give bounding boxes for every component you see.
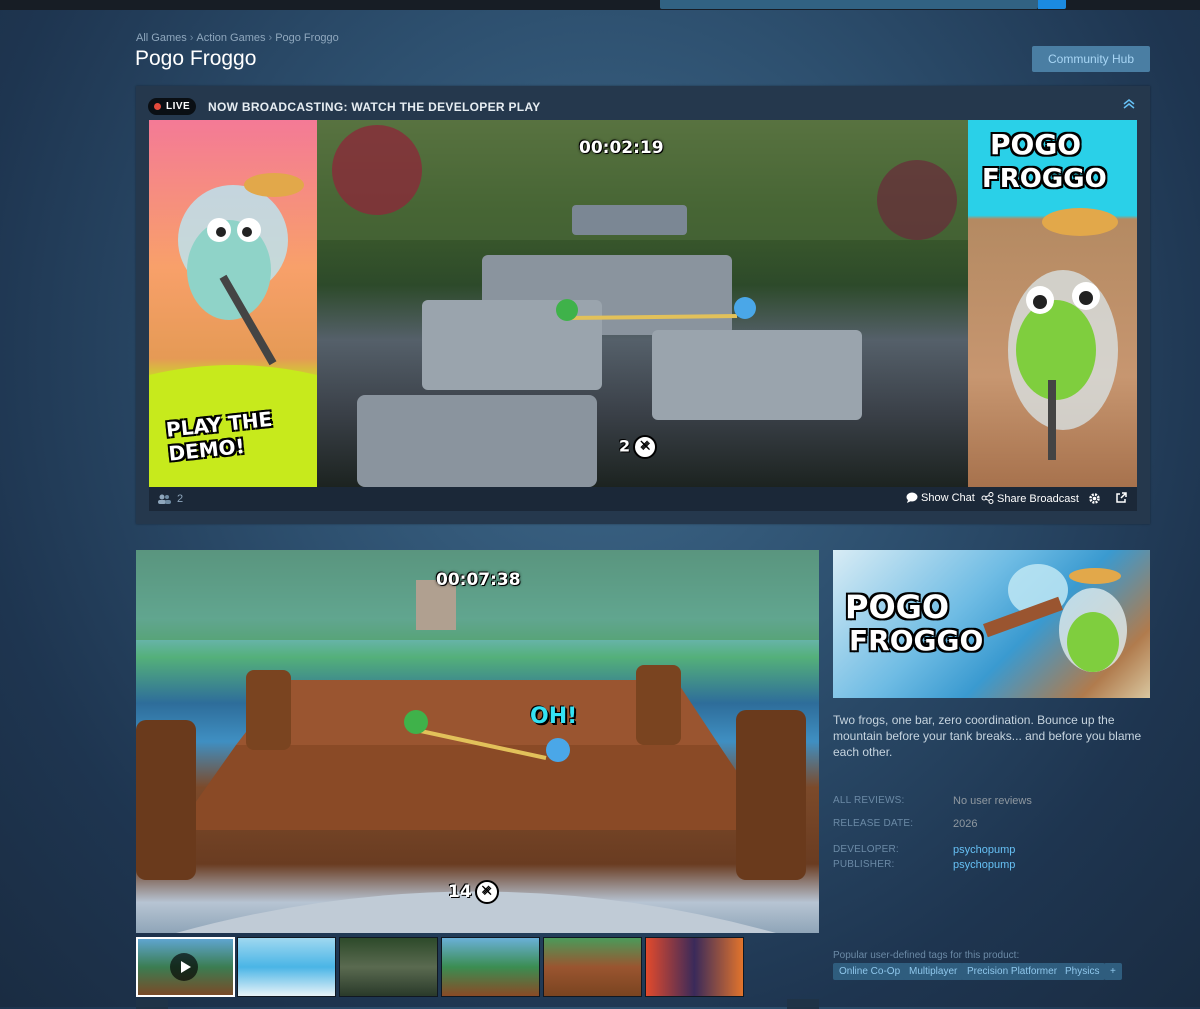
- thumbnail-screenshot[interactable]: [441, 937, 540, 997]
- share-icon: [981, 492, 994, 504]
- search-button[interactable]: [1038, 0, 1066, 9]
- thumbnail-screenshot[interactable]: [543, 937, 642, 997]
- game-description: Two frogs, one bar, zero coordination. B…: [833, 713, 1142, 759]
- capsule-logo-line2: FROGGO: [849, 624, 984, 657]
- global-nav-bar: [0, 0, 1200, 10]
- live-label: LIVE: [166, 101, 191, 112]
- breadcrumb-separator: ›: [268, 32, 273, 44]
- gameplay-scene: [317, 120, 968, 487]
- right-logo-line2: FROGGO: [982, 164, 1107, 194]
- store-search-input[interactable]: [660, 0, 1038, 9]
- popout-icon[interactable]: [1115, 492, 1127, 504]
- broadcast-title: NOW BROADCASTING: WATCH THE DEVELOPER PL…: [208, 100, 541, 114]
- logo-promo-panel[interactable]: POGO FROGGO: [968, 120, 1137, 487]
- viewer-count: 2: [157, 493, 183, 505]
- broadcast-video[interactable]: PLAY THE DEMO! 00:02:19 2 ✕ POGO FROGGO: [149, 120, 1137, 487]
- thumbnail-scroll-right[interactable]: [787, 999, 819, 1009]
- game-capsule-image: POGO FROGGO: [833, 550, 1150, 698]
- tags-label: Popular user-defined tags for this produ…: [833, 950, 1020, 961]
- media-timer: 00:07:38: [436, 570, 521, 590]
- broadcast-controls: 2 Show Chat Share Broadcast: [149, 487, 1137, 511]
- publisher-label: PUBLISHER:: [833, 859, 895, 870]
- live-badge: LIVE: [148, 98, 197, 115]
- tag-more-button[interactable]: +: [1104, 963, 1122, 980]
- demo-promo-panel[interactable]: PLAY THE DEMO!: [149, 120, 317, 487]
- breadcrumb-all-games[interactable]: All Games: [136, 32, 187, 44]
- breadcrumb-action-games[interactable]: Action Games: [196, 32, 265, 44]
- share-broadcast-button[interactable]: Share Broadcast: [981, 492, 1079, 505]
- play-icon: [170, 953, 198, 981]
- gameplay-stream: 00:02:19 2 ✕: [317, 120, 968, 487]
- game-timer: 00:02:19: [579, 138, 664, 158]
- community-hub-button[interactable]: Community Hub: [1032, 46, 1150, 72]
- breadcrumb-current[interactable]: Pogo Froggo: [275, 32, 339, 44]
- game-counter: 2 ✕: [619, 435, 658, 459]
- main-media-viewer[interactable]: 00:07:38 OH! 14 ✕: [136, 550, 819, 933]
- breadcrumb: All Games › Action Games › Pogo Froggo: [136, 32, 339, 44]
- page-title: Pogo Froggo: [135, 47, 257, 70]
- tag-online-co-op[interactable]: Online Co-Op: [833, 963, 907, 980]
- share-broadcast-label: Share Broadcast: [997, 493, 1079, 505]
- counter-value: 2: [619, 436, 631, 456]
- tag-precision-platformer[interactable]: Precision Platformer: [961, 963, 1064, 980]
- publisher-link[interactable]: psychopump: [953, 859, 1015, 871]
- capsule-logo-line1: POGO: [845, 588, 950, 626]
- tag-physics[interactable]: Physics: [1059, 963, 1106, 980]
- developer-label: DEVELOPER:: [833, 844, 899, 855]
- tag-multiplayer[interactable]: Multiplayer: [903, 963, 964, 980]
- thumbnail-screenshot[interactable]: [237, 937, 336, 997]
- media-counter: 14 ✕: [448, 880, 499, 904]
- broadcast-panel: LIVE NOW BROADCASTING: WATCH THE DEVELOP…: [136, 86, 1150, 524]
- media-thumbnail-strip: [136, 937, 819, 997]
- right-logo-line1: POGO: [990, 128, 1082, 161]
- thumbnail-scroll-left[interactable]: [136, 999, 168, 1009]
- thumbnail-screenshot[interactable]: [339, 937, 438, 997]
- viewers-icon: [158, 494, 171, 504]
- broadcast-header: LIVE NOW BROADCASTING: WATCH THE DEVELOP…: [136, 86, 1150, 120]
- thumbnail-screenshot[interactable]: [645, 937, 744, 997]
- gear-icon[interactable]: [1088, 492, 1101, 505]
- thumbnail-video[interactable]: [136, 937, 235, 997]
- dock-gameplay-scene: [136, 550, 819, 933]
- viewer-count-value: 2: [177, 493, 184, 505]
- x-badge-icon: ✕: [633, 435, 658, 459]
- breadcrumb-separator: ›: [189, 32, 194, 44]
- release-date-label: RELEASE DATE:: [833, 818, 914, 829]
- reviews-value: No user reviews: [953, 795, 1032, 807]
- show-chat-button[interactable]: Show Chat: [906, 492, 975, 504]
- release-date-value: 2026: [953, 818, 978, 830]
- reviews-label: ALL REVIEWS:: [833, 795, 905, 806]
- developer-link[interactable]: psychopump: [953, 844, 1015, 856]
- chevron-up-icon[interactable]: [1122, 98, 1136, 110]
- show-chat-label: Show Chat: [921, 492, 975, 504]
- x-badge-icon: ✕: [474, 880, 499, 904]
- chat-bubble-icon: [906, 492, 918, 503]
- media-counter-value: 14: [448, 882, 472, 902]
- live-dot-icon: [154, 103, 161, 110]
- media-exclaim: OH!: [530, 704, 578, 729]
